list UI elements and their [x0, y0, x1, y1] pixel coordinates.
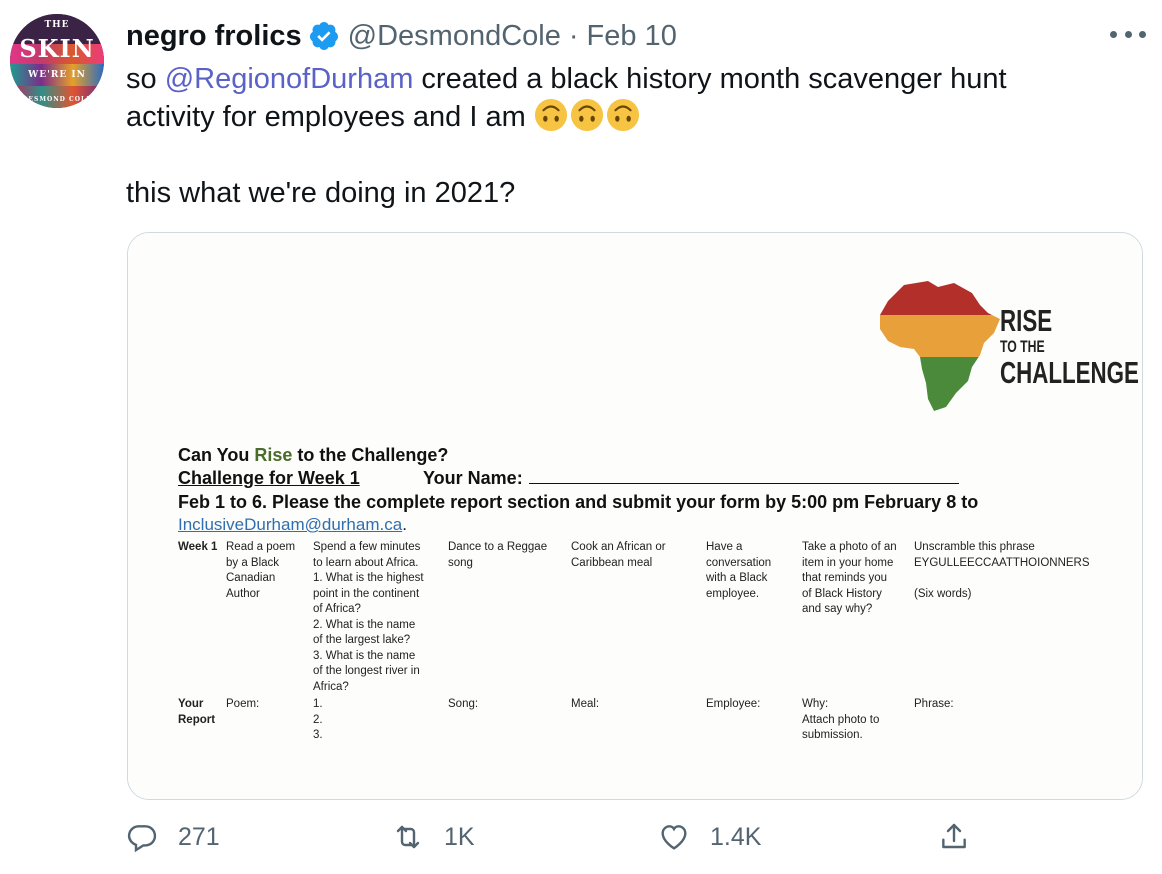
verified-badge-icon: [308, 20, 340, 52]
avatar-title-sub: WE'RE IN: [28, 70, 86, 80]
retweet-icon: [396, 825, 420, 849]
task-cell: Cook an African or Caribbean meal: [571, 541, 666, 569]
week-label: Week 1: [178, 541, 218, 553]
your-name-label: Your Name:: [423, 468, 523, 488]
handle[interactable]: @DesmondCole: [348, 20, 561, 53]
task-cell: Spend a few minutes to learn about Afric…: [313, 541, 424, 693]
avatar-author-name: DESMOND COLE: [22, 96, 92, 103]
tweet-header: negro frolics @DesmondCole · Feb 10: [126, 18, 677, 54]
reply-count: 271: [178, 822, 220, 851]
tweet-text-line1-suffix: created a black history month scavenger …: [413, 63, 1007, 95]
tweet-text-line1-prefix: so: [126, 63, 165, 95]
share-icon: [942, 823, 966, 849]
report-cell: Meal:: [571, 698, 600, 710]
retweet-button[interactable]: 1K: [392, 815, 475, 859]
emoji-group: [534, 98, 642, 133]
report-cell: Employee:: [706, 698, 761, 710]
like-count: 1.4K: [710, 822, 762, 851]
more-options-icon[interactable]: [1110, 22, 1146, 46]
retweet-count: 1K: [444, 822, 475, 851]
logo-word-challenge: CHALLENGE: [1000, 355, 1139, 390]
logo-word-rise: RISE: [1000, 303, 1053, 338]
display-name[interactable]: negro frolics: [126, 20, 302, 53]
email-suffix: .: [402, 515, 407, 534]
report-cell: Song:: [448, 698, 479, 710]
upside-down-face-emoji-icon: [606, 98, 639, 132]
task-cell: Have a conversation with a Black employe…: [706, 541, 772, 600]
africa-map-logo-icon: [880, 281, 1000, 411]
tweet-text: so @RegionofDurham created a black histo…: [126, 60, 1136, 212]
task-cell: Unscramble this phrase EYGULLEECCAATTHOI…: [914, 541, 1090, 600]
task-cell: Dance to a Reggae song: [448, 541, 548, 569]
report-cell: Phrase:: [914, 698, 954, 710]
week-heading-row: Challenge for Week 1 Your Name:: [178, 468, 959, 489]
document: RISE TO THE CHALLENGE Can You Rise to th…: [128, 233, 1142, 799]
logo-wordmark: RISE TO THE CHALLENGE: [1000, 305, 1139, 388]
title-prefix: Can You: [178, 445, 255, 465]
avatar-title-main: SKIN: [19, 34, 95, 63]
separator: ·: [568, 19, 579, 52]
upside-down-face-emoji-icon: [570, 98, 603, 132]
share-button[interactable]: [938, 815, 970, 859]
task-cell: Read a poem by a Black Canadian Author: [226, 541, 296, 600]
reply-button[interactable]: 271: [126, 815, 220, 859]
tweet-date[interactable]: Feb 10: [587, 20, 677, 53]
logo-word-to-the: TO THE: [1000, 337, 1045, 356]
tweet-text-line2: activity for employees and I am: [126, 101, 534, 133]
avatar[interactable]: THE SKIN WE'RE IN DESMOND COLE: [10, 14, 104, 108]
email-row: InclusiveDurham@durham.ca.: [178, 515, 407, 535]
week-heading: Challenge for Week 1: [178, 468, 360, 488]
your-name-field: [528, 469, 959, 484]
attached-image[interactable]: RISE TO THE CHALLENGE Can You Rise to th…: [127, 232, 1143, 800]
document-title: Can You Rise to the Challenge?: [178, 445, 448, 466]
action-bar: 271 1K 1.4K: [126, 815, 1136, 859]
title-suffix: to the Challenge?: [292, 445, 449, 465]
report-cell: Poem:: [226, 698, 260, 710]
upside-down-face-emoji-icon: [534, 98, 567, 132]
instructions: Feb 1 to 6. Please the complete report s…: [178, 492, 979, 512]
mention-link[interactable]: @RegionofDurham: [165, 63, 414, 95]
reply-icon: [127, 825, 157, 853]
report-label: Your Report: [178, 698, 216, 726]
tweet-text-line3: this what we're doing in 2021?: [126, 177, 516, 209]
like-button[interactable]: 1.4K: [658, 815, 761, 859]
email-link: InclusiveDurham@durham.ca: [178, 515, 403, 534]
report-cell: Why: Attach photo to submission.: [802, 698, 880, 741]
heart-icon: [661, 825, 687, 850]
avatar-title-top: THE: [44, 20, 70, 30]
report-cell: 1. 2. 3.: [313, 698, 323, 741]
task-cell: Take a photo of an item in your home tha…: [802, 541, 897, 615]
title-rise: Rise: [254, 445, 293, 465]
